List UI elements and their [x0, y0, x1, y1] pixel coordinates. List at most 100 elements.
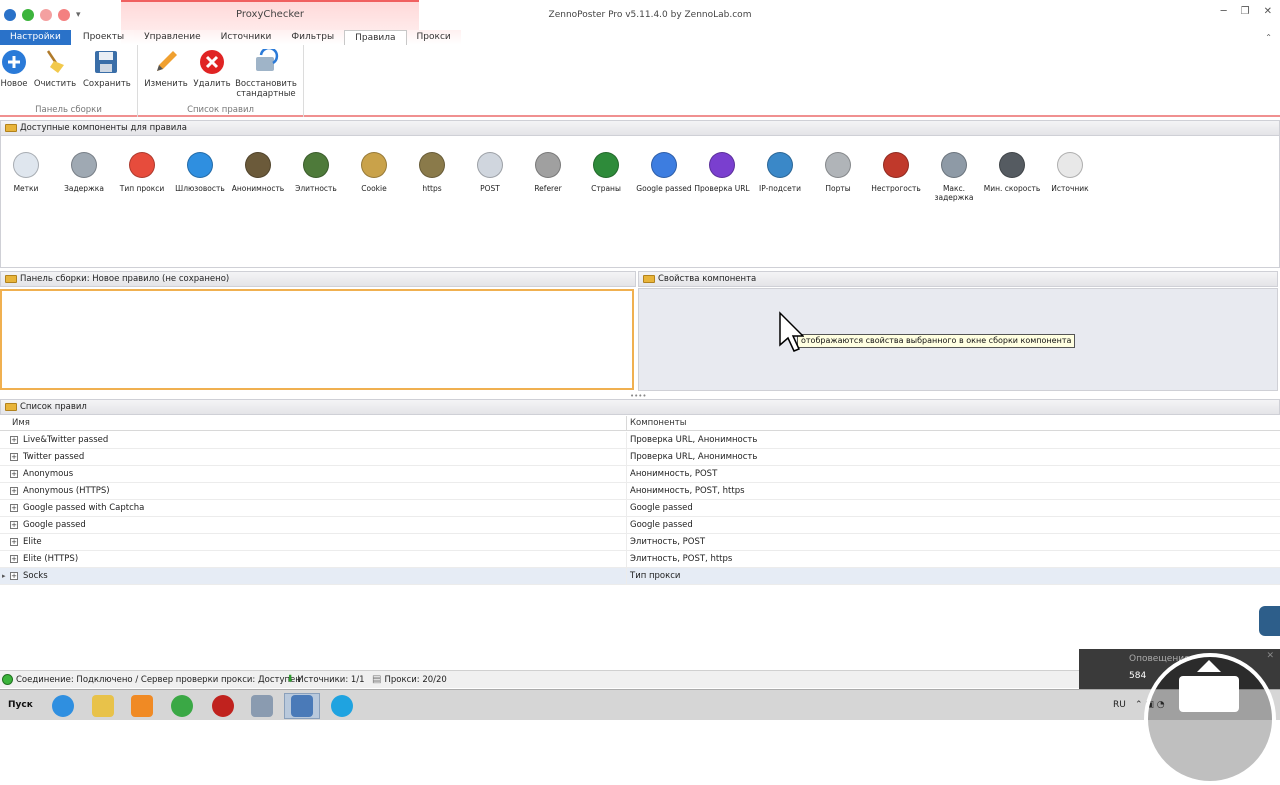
build-panel[interactable] [0, 289, 634, 390]
keyboard-caret-icon [1197, 660, 1221, 672]
rule-name: Elite [23, 537, 42, 547]
component-google[interactable]: Google passed [635, 152, 693, 193]
cell-separator [626, 551, 627, 568]
plug-icon [825, 152, 851, 178]
component-chain[interactable]: Referer [519, 152, 577, 193]
keyboard-overlay[interactable] [1144, 653, 1276, 785]
expand-icon[interactable]: + [10, 453, 18, 461]
tab-settings[interactable]: Настройки [0, 30, 71, 45]
component-network[interactable]: IP-подсети [751, 152, 809, 193]
context-tab-header: ProxyChecker [121, 0, 419, 30]
props-tooltip: отображаются свойства выбранного в окне … [797, 334, 1076, 348]
tab-sources[interactable]: Источники [210, 30, 282, 45]
app-menu-icon[interactable] [4, 9, 16, 21]
components-panel-header: Доступные компоненты для правила [0, 120, 1280, 136]
clear-button[interactable]: Очистить [32, 49, 78, 89]
add-icon[interactable] [22, 9, 34, 21]
column-separator[interactable] [626, 416, 627, 431]
start-button[interactable]: Пуск [0, 693, 40, 717]
component-agent[interactable]: Элитность [287, 152, 345, 193]
group-build-panel: Новое Очистить Сохранить Панель сборки [0, 45, 138, 117]
restore-defaults-button[interactable]: Восстановить стандартные [235, 49, 297, 99]
component-question[interactable]: Шлюзовость [171, 152, 229, 193]
expand-icon[interactable]: + [10, 572, 18, 580]
ie-icon [52, 695, 74, 717]
table-row[interactable]: + Twitter passed Проверка URL, Анонимность [0, 449, 1280, 466]
rule-name: Google passed with Captcha [23, 503, 145, 513]
component-clock[interactable]: Задержка [55, 152, 113, 193]
component-plug[interactable]: Порты [809, 152, 867, 193]
taskbar-explorer[interactable] [85, 693, 121, 719]
component-form[interactable]: POST [461, 152, 519, 193]
play-icon[interactable] [40, 9, 52, 21]
tab-management[interactable]: Управление [134, 30, 211, 45]
delete-button[interactable]: Удалить [189, 49, 235, 89]
component-tag[interactable]: Метки [0, 152, 55, 193]
component-lock[interactable]: https [403, 152, 461, 193]
table-row[interactable]: + Google passed with Captcha Google passed [0, 500, 1280, 517]
rule-name: Twitter passed [23, 452, 85, 462]
taskbar-chrome[interactable] [164, 693, 200, 719]
taskbar-app[interactable] [205, 693, 241, 719]
table-row[interactable]: + Elite (HTTPS) Элитность, POST, https [0, 551, 1280, 568]
expand-icon[interactable]: + [10, 436, 18, 444]
expand-icon[interactable]: + [10, 504, 18, 512]
lock-icon [419, 152, 445, 178]
tab-rules[interactable]: Правила [344, 30, 407, 45]
tab-proxies[interactable]: Прокси [406, 30, 461, 45]
component-document[interactable]: Источник [1041, 152, 1099, 193]
table-row[interactable]: + Google passed Google passed [0, 517, 1280, 534]
restore-window-icon[interactable]: ❐ [1241, 6, 1250, 17]
component-label: Нестрогость [871, 184, 921, 193]
side-app-badge[interactable] [1259, 606, 1280, 636]
taskbar-zennoposter[interactable] [244, 693, 280, 719]
close-window-icon[interactable]: ✕ [1264, 6, 1272, 17]
component-label: Мин. скорость [983, 184, 1041, 193]
component-speed[interactable]: Мин. скорость [983, 152, 1041, 193]
component-check-shield[interactable]: Нестрогость [867, 152, 925, 193]
table-row[interactable]: ▸ + Socks Тип прокси [0, 568, 1280, 585]
save-button[interactable]: Сохранить [83, 49, 131, 89]
taskbar-media[interactable] [124, 693, 160, 719]
minimize-icon[interactable]: ─ [1221, 6, 1227, 17]
table-row[interactable]: + Anonymous Анонимность, POST [0, 466, 1280, 483]
table-row[interactable]: + Anonymous (HTTPS) Анонимность, POST, htt… [0, 483, 1280, 500]
component-scroll[interactable]: Cookie [345, 152, 403, 193]
component-label: Шлюзовость [175, 184, 225, 193]
component-globe[interactable]: Проверка URL [693, 152, 751, 193]
keyboard-icon[interactable] [1179, 676, 1239, 712]
expand-icon[interactable]: + [10, 487, 18, 495]
agent-icon [303, 152, 329, 178]
expand-icon[interactable]: + [10, 521, 18, 529]
component-label: Источник [1051, 184, 1089, 193]
rule-components: Проверка URL, Анонимность [630, 435, 758, 445]
component-balls[interactable]: Тип прокси [113, 152, 171, 193]
expand-icon[interactable]: + [10, 470, 18, 478]
language-indicator[interactable]: RU [1113, 700, 1126, 710]
proxychecker-icon [291, 695, 313, 717]
expand-icon[interactable]: + [10, 555, 18, 563]
tab-filters[interactable]: Фильтры [281, 30, 345, 45]
component-stop-clock[interactable]: Макс. задержка [925, 152, 983, 202]
stop-icon[interactable] [58, 9, 70, 21]
component-flag[interactable]: Страны [577, 152, 635, 193]
collapse-ribbon-icon[interactable]: ⌃ [1265, 33, 1272, 42]
edit-button[interactable]: Изменить [143, 49, 189, 89]
customize-toolbar-icon[interactable]: ▾ [76, 10, 81, 20]
close-icon[interactable]: ✕ [1266, 651, 1274, 661]
taskbar-skype[interactable] [324, 693, 360, 719]
table-row[interactable]: + Elite Элитность, POST [0, 534, 1280, 551]
component-label: Порты [825, 184, 851, 193]
taskbar-ie[interactable] [45, 693, 81, 719]
server-icon: ▤ [372, 674, 382, 685]
components-panel: Метки Задержка Тип прокси Шлюзовость Анонимн… [0, 136, 1280, 268]
cell-separator [626, 534, 627, 551]
column-header-name[interactable]: Имя [12, 418, 30, 428]
taskbar-proxychecker[interactable] [284, 693, 320, 719]
table-row[interactable]: + Live&Twitter passed Проверка URL, Аноним… [0, 432, 1280, 449]
column-header-components[interactable]: Компоненты [630, 418, 686, 428]
rules-panel-header: Список правил [0, 399, 1280, 415]
tab-projects[interactable]: Проекты [73, 30, 134, 45]
expand-icon[interactable]: + [10, 538, 18, 546]
component-spy[interactable]: Анонимность [229, 152, 287, 193]
